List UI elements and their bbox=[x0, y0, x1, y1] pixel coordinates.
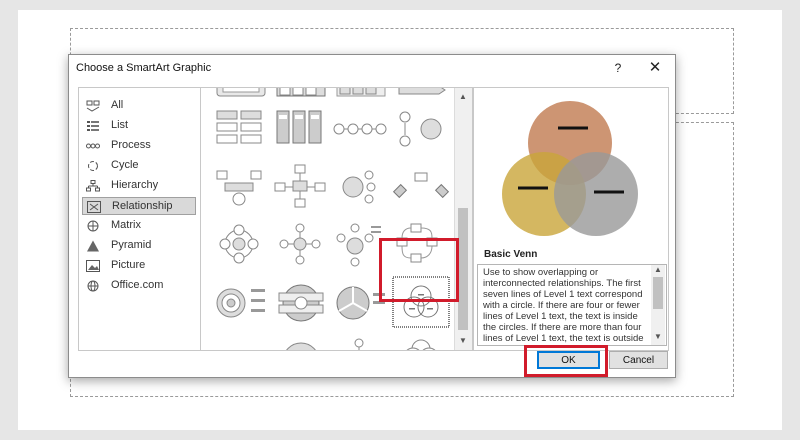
category-process[interactable]: Process bbox=[82, 137, 196, 155]
venn-circle-left-marker: — bbox=[518, 170, 548, 203]
scroll-down-arrow-icon[interactable]: ▼ bbox=[459, 336, 467, 345]
dialog-title: Choose a SmartArt Graphic bbox=[76, 62, 212, 74]
category-pyramid[interactable]: Pyramid bbox=[82, 237, 196, 255]
layout-gallery: ▲ ▼ bbox=[200, 87, 473, 351]
pyramid-icon bbox=[87, 240, 99, 252]
highlight-box-ok bbox=[524, 345, 608, 377]
office-icon bbox=[87, 280, 99, 292]
layout-thumbnail[interactable] bbox=[211, 218, 271, 272]
layout-thumbnail[interactable] bbox=[391, 88, 451, 100]
category-office-com[interactable]: Office.com bbox=[82, 277, 196, 295]
process-icon bbox=[86, 143, 100, 149]
matrix-icon bbox=[87, 220, 99, 232]
layout-thumbnail[interactable] bbox=[331, 331, 391, 350]
category-picture[interactable]: Picture bbox=[82, 257, 196, 275]
category-list-item[interactable]: List bbox=[82, 117, 196, 135]
layout-thumbnail[interactable] bbox=[211, 161, 271, 215]
layout-thumbnail[interactable] bbox=[271, 218, 331, 272]
layout-thumbnail[interactable] bbox=[271, 331, 331, 350]
picture-icon bbox=[86, 260, 100, 272]
close-button[interactable]: ✕ bbox=[643, 58, 667, 78]
scroll-down-arrow-icon[interactable]: ▼ bbox=[654, 332, 662, 341]
category-hierarchy[interactable]: Hierarchy bbox=[82, 177, 196, 195]
description-scrollbar[interactable]: ▲ ▼ bbox=[651, 265, 665, 345]
list-icon bbox=[87, 121, 99, 131]
layout-description: Use to show overlapping or interconnecte… bbox=[483, 267, 644, 344]
cancel-button[interactable]: Cancel bbox=[609, 351, 668, 369]
description-box: Use to show overlapping or interconnecte… bbox=[477, 264, 667, 346]
layout-name: Basic Venn bbox=[484, 249, 538, 260]
help-button[interactable]: ? bbox=[607, 58, 629, 78]
dialog-titlebar[interactable]: Choose a SmartArt Graphic ? ✕ bbox=[69, 55, 675, 81]
scrollbar-thumb[interactable] bbox=[458, 208, 468, 330]
category-cycle[interactable]: Cycle bbox=[82, 157, 196, 175]
highlight-box-layout bbox=[379, 238, 459, 302]
layout-thumbnail[interactable] bbox=[211, 331, 271, 350]
category-all[interactable]: All bbox=[82, 97, 196, 115]
category-relationship[interactable]: Relationship bbox=[82, 197, 196, 215]
all-icon bbox=[86, 100, 100, 112]
layout-thumbnail[interactable] bbox=[331, 88, 391, 100]
layout-thumbnail[interactable] bbox=[271, 275, 331, 329]
layout-thumbnail[interactable] bbox=[211, 275, 271, 329]
venn-circle-top-marker: — bbox=[558, 110, 588, 143]
relationship-icon bbox=[87, 201, 101, 213]
venn-circle-right-marker: — bbox=[594, 174, 624, 207]
layout-thumbnail[interactable] bbox=[211, 105, 271, 159]
scroll-up-arrow-icon[interactable]: ▲ bbox=[654, 265, 662, 274]
layout-thumbnail[interactable] bbox=[271, 161, 331, 215]
category-list: All List Process Cycle Hierarchy Relatio… bbox=[78, 87, 202, 351]
layout-thumbnail[interactable] bbox=[271, 105, 331, 159]
layout-thumbnail[interactable] bbox=[331, 161, 391, 215]
preview-panel: — — — Basic Venn Use to show overlapping… bbox=[473, 87, 669, 351]
layout-thumbnail[interactable] bbox=[391, 161, 451, 215]
layout-thumbnail[interactable] bbox=[271, 88, 331, 100]
layout-thumbnail[interactable] bbox=[391, 331, 451, 350]
smartart-dialog: Choose a SmartArt Graphic ? ✕ All List P… bbox=[68, 54, 676, 378]
scroll-up-arrow-icon[interactable]: ▲ bbox=[459, 92, 467, 101]
layout-thumbnail[interactable] bbox=[331, 105, 391, 159]
layout-thumbnail[interactable] bbox=[391, 105, 451, 159]
gallery-scrollbar[interactable]: ▲ ▼ bbox=[454, 88, 472, 350]
cycle-icon bbox=[88, 161, 98, 171]
hierarchy-icon bbox=[86, 180, 100, 192]
category-matrix[interactable]: Matrix bbox=[82, 217, 196, 235]
layout-thumbnail[interactable] bbox=[211, 88, 271, 100]
scrollbar-thumb[interactable] bbox=[653, 277, 663, 309]
